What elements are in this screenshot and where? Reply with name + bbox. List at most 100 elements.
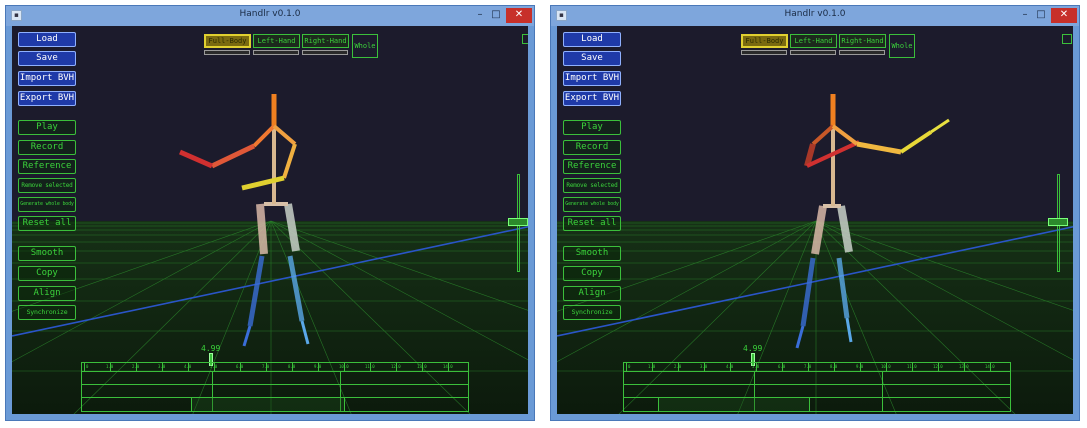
scene-canvas — [557, 94, 1073, 414]
scene-canvas — [12, 94, 528, 414]
synchronize-button[interactable]: Synchronize — [18, 305, 76, 320]
remove-selected-button[interactable]: Remove selected — [563, 178, 621, 193]
tick-label: 0 — [86, 364, 89, 369]
app-window-left: ▪ Handlr v0.1.0 – □ ✕ Load Save Import B… — [5, 5, 535, 421]
reset-all-button[interactable]: Reset all — [18, 216, 76, 231]
selected-range[interactable] — [191, 397, 345, 412]
tick-label: 11.0 — [365, 364, 375, 369]
align-button[interactable]: Align — [18, 286, 76, 301]
tab-left-hand[interactable]: Left-Hand — [253, 34, 300, 48]
corner-toggle[interactable] — [522, 34, 528, 44]
tick-label: 6.0 — [778, 364, 786, 369]
tick-label: 13.0 — [959, 364, 969, 369]
timeline-divider — [882, 371, 883, 411]
tick-label: 7.0 — [262, 364, 270, 369]
export-bvh-button[interactable]: Export BVH — [563, 91, 621, 106]
vertical-slider-thumb[interactable] — [1048, 218, 1068, 226]
reset-all-button[interactable]: Reset all — [563, 216, 621, 231]
timeline-row — [82, 384, 468, 385]
whole-toggle[interactable]: Whole — [352, 34, 378, 58]
tick-label: 11.0 — [907, 364, 917, 369]
reference-button[interactable]: Reference — [18, 159, 76, 174]
vertical-slider-thumb[interactable] — [508, 218, 528, 226]
window-title: Handlr v0.1.0 — [239, 9, 301, 19]
tab-indicator-full-body — [204, 50, 250, 55]
timeline-panel[interactable]: 0 1.0 2.0 3.0 4.0 5.0 6.0 7.0 8.0 9.0 10… — [623, 362, 1011, 412]
save-button[interactable]: Save — [18, 51, 76, 66]
tick-label: 0 — [628, 364, 631, 369]
tab-indicator-left-hand — [790, 50, 836, 55]
tab-indicator-full-body — [741, 50, 787, 55]
tab-right-hand[interactable]: Right-Hand — [302, 34, 349, 48]
current-time-label: 4.99 — [201, 344, 221, 353]
tick-label: 8.0 — [830, 364, 838, 369]
tick-label: 14.0 — [443, 364, 453, 369]
selected-range[interactable] — [658, 397, 810, 412]
import-bvh-button[interactable]: Import BVH — [563, 71, 621, 86]
align-button[interactable]: Align — [563, 286, 621, 301]
generate-whole-body-button[interactable]: Generate whole body — [18, 197, 76, 212]
tick-label: 10.0 — [881, 364, 891, 369]
tab-full-body[interactable]: Full-Body — [204, 34, 251, 48]
tick-label: 2.0 — [132, 364, 140, 369]
load-button[interactable]: Load — [563, 32, 621, 47]
remove-selected-button[interactable]: Remove selected — [18, 178, 76, 193]
tab-indicator-right-hand — [839, 50, 885, 55]
minimize-icon[interactable]: – — [1017, 8, 1033, 23]
load-button[interactable]: Load — [18, 32, 76, 47]
tick-label: 8.0 — [288, 364, 296, 369]
tick-label: 14.0 — [985, 364, 995, 369]
corner-toggle[interactable] — [1062, 34, 1072, 44]
play-button[interactable]: Play — [563, 120, 621, 135]
tick-label: 3.0 — [158, 364, 166, 369]
copy-button[interactable]: Copy — [563, 266, 621, 281]
tick-label: 4.0 — [726, 364, 734, 369]
window-title: Handlr v0.1.0 — [784, 9, 846, 19]
copy-button[interactable]: Copy — [18, 266, 76, 281]
3d-viewport[interactable]: Load Save Import BVH Export BVH Play Rec… — [557, 26, 1073, 414]
tick-label: 7.0 — [804, 364, 812, 369]
app-window-right: ▪ Handlr v0.1.0 – □ ✕ Load Save Import B… — [550, 5, 1080, 421]
generate-whole-body-button[interactable]: Generate whole body — [563, 197, 621, 212]
timeline-row — [82, 371, 468, 372]
tick-label: 5.0 — [752, 364, 760, 369]
minimize-icon[interactable]: – — [472, 8, 488, 23]
timeline-panel[interactable]: 0 1.0 2.0 3.0 4.0 5.0 6.0 7.0 8.0 9.0 10… — [81, 362, 469, 412]
tick-label: 12.0 — [391, 364, 401, 369]
tick-label: 6.0 — [236, 364, 244, 369]
title-bar[interactable]: ▪ Handlr v0.1.0 – □ ✕ — [6, 6, 534, 26]
tick-mark — [84, 363, 85, 371]
record-button[interactable]: Record — [18, 140, 76, 155]
tick-mark — [626, 363, 627, 371]
synchronize-button[interactable]: Synchronize — [563, 305, 621, 320]
tick-label: 4.0 — [184, 364, 192, 369]
close-icon[interactable]: ✕ — [506, 8, 532, 23]
close-icon[interactable]: ✕ — [1051, 8, 1077, 23]
tick-label: 2.0 — [674, 364, 682, 369]
import-bvh-button[interactable]: Import BVH — [18, 71, 76, 86]
tick-label: 1.0 — [648, 364, 656, 369]
tab-right-hand[interactable]: Right-Hand — [839, 34, 886, 48]
tab-left-hand[interactable]: Left-Hand — [790, 34, 837, 48]
tick-label: 3.0 — [700, 364, 708, 369]
tick-label: 13.0 — [417, 364, 427, 369]
save-button[interactable]: Save — [563, 51, 621, 66]
timeline-row — [624, 384, 1010, 385]
record-button[interactable]: Record — [563, 140, 621, 155]
maximize-icon[interactable]: □ — [1033, 8, 1049, 23]
maximize-icon[interactable]: □ — [488, 8, 504, 23]
3d-viewport[interactable]: Load Save Import BVH Export BVH Play Rec… — [12, 26, 528, 414]
current-time-label: 4.99 — [743, 344, 763, 353]
title-bar[interactable]: ▪ Handlr v0.1.0 – □ ✕ — [551, 6, 1079, 26]
tick-label: 9.0 — [314, 364, 322, 369]
whole-toggle[interactable]: Whole — [889, 34, 915, 58]
smooth-button[interactable]: Smooth — [563, 246, 621, 261]
export-bvh-button[interactable]: Export BVH — [18, 91, 76, 106]
tab-full-body[interactable]: Full-Body — [741, 34, 788, 48]
tick-label: 12.0 — [933, 364, 943, 369]
smooth-button[interactable]: Smooth — [18, 246, 76, 261]
reference-button[interactable]: Reference — [563, 159, 621, 174]
tab-indicator-left-hand — [253, 50, 299, 55]
play-button[interactable]: Play — [18, 120, 76, 135]
tick-label: 9.0 — [856, 364, 864, 369]
